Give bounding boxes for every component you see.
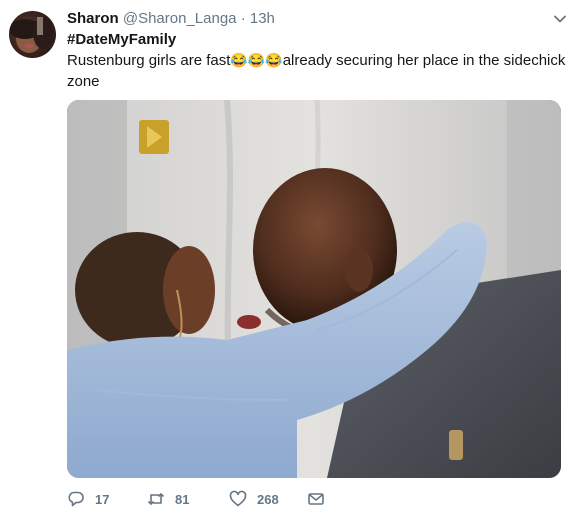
tweet-card[interactable]: Sharon @Sharon_Langa · 13h #DateMyFamily… bbox=[0, 0, 581, 517]
reply-icon bbox=[68, 491, 84, 507]
reply-button[interactable]: 17 bbox=[67, 490, 109, 508]
tweet-media-image[interactable] bbox=[67, 100, 561, 478]
hashtag-link[interactable]: #DateMyFamily bbox=[67, 30, 176, 50]
reply-count: 17 bbox=[95, 491, 110, 507]
laughing-emoji: 😂😂😂 bbox=[230, 52, 283, 68]
tweet-text-part1: Rustenburg girls are fast bbox=[67, 52, 231, 69]
author-handle[interactable]: @Sharon_Langa bbox=[123, 10, 237, 27]
tweet-actions: 17 81 268 bbox=[67, 490, 367, 510]
direct-message-button[interactable] bbox=[307, 490, 325, 508]
author-name[interactable]: Sharon bbox=[67, 10, 119, 27]
retweet-button[interactable]: 81 bbox=[147, 490, 189, 508]
avatar[interactable] bbox=[9, 11, 56, 58]
retweet-count: 81 bbox=[175, 491, 190, 507]
separator: · bbox=[240, 10, 246, 27]
timestamp[interactable]: 13h bbox=[250, 10, 275, 27]
like-button[interactable]: 268 bbox=[229, 490, 279, 508]
tweet-text: Rustenburg girls are fast😂😂😂already secu… bbox=[67, 50, 567, 92]
envelope-icon bbox=[308, 493, 324, 505]
retweet-icon bbox=[147, 492, 165, 506]
chevron-down-icon[interactable] bbox=[553, 12, 567, 26]
channel-logo bbox=[139, 120, 169, 154]
like-count: 268 bbox=[257, 491, 279, 507]
heart-icon bbox=[229, 490, 247, 507]
tweet-header: Sharon @Sharon_Langa · 13h bbox=[67, 9, 275, 29]
